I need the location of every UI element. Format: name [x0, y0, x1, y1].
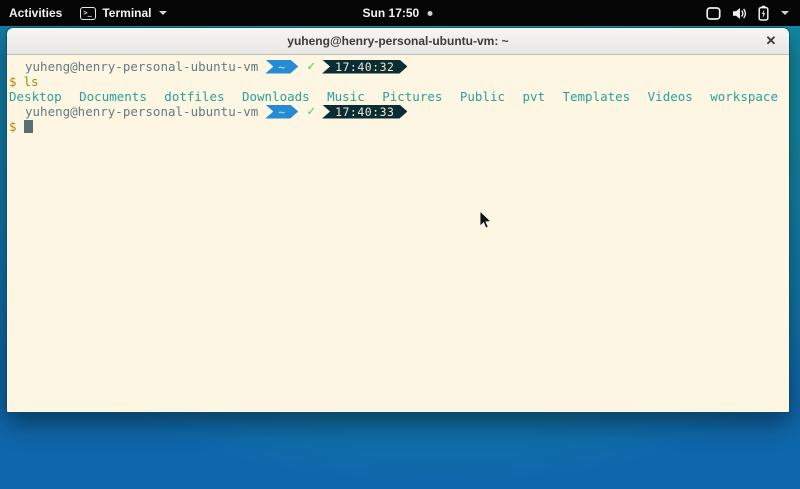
volume-icon	[731, 6, 748, 21]
current-input-line: $	[9, 119, 787, 134]
chevron-down-icon	[781, 11, 789, 15]
gnome-top-bar: Activities >_ Terminal Sun 17:50	[0, 0, 800, 26]
cwd-segment: ~	[265, 60, 298, 74]
app-menu-label: Terminal	[102, 6, 151, 20]
prompt-symbol: $	[9, 119, 17, 134]
top-bar-left: Activities >_ Terminal	[0, 0, 176, 26]
window-title: yuheng@henry-personal-ubuntu-vm: ~	[287, 34, 508, 48]
typed-command: ls	[24, 74, 39, 89]
ls-entry: Music	[327, 89, 365, 104]
ls-entry: workspace	[710, 89, 778, 104]
status-check-icon: ✓	[307, 59, 315, 74]
ls-entry: Downloads	[242, 89, 310, 104]
top-bar-right	[696, 0, 798, 26]
time-segment: 17:40:32	[322, 60, 407, 74]
prompt-symbol: $	[9, 74, 17, 89]
chevron-down-icon	[159, 11, 167, 15]
text-cursor	[24, 120, 33, 133]
terminal-icon: >_	[80, 7, 96, 20]
window-titlebar[interactable]: yuheng@henry-personal-ubuntu-vm: ~ ✕	[7, 28, 789, 55]
notification-dot-icon	[427, 11, 432, 16]
status-check-icon: ✓	[307, 104, 315, 119]
ls-entry: Public	[460, 89, 505, 104]
activities-button[interactable]: Activities	[0, 0, 71, 26]
battery-charging-icon	[757, 5, 770, 21]
clock-label: Sun 17:50	[363, 6, 420, 20]
close-icon[interactable]: ✕	[761, 31, 781, 51]
terminal-window: yuheng@henry-personal-ubuntu-vm: ~ ✕ yuh…	[6, 27, 790, 413]
ls-entry: Templates	[562, 89, 630, 104]
app-menu-terminal[interactable]: >_ Terminal	[71, 0, 176, 26]
prompt-user-host: yuheng@henry-personal-ubuntu-vm	[25, 104, 258, 119]
ls-entry: Documents	[79, 89, 147, 104]
display-icon	[705, 6, 722, 21]
prompt-line: yuheng@henry-personal-ubuntu-vm ~ ✓ 17:4…	[9, 59, 787, 74]
ls-entry: dotfiles	[164, 89, 224, 104]
system-status-menu[interactable]	[696, 0, 798, 26]
cwd-segment: ~	[265, 105, 298, 119]
prompt-line: yuheng@henry-personal-ubuntu-vm ~ ✓ 17:4…	[9, 104, 787, 119]
ls-entry: pvt	[522, 89, 545, 104]
ls-entry: Desktop	[9, 89, 62, 104]
command-line: $ ls	[9, 74, 787, 89]
time-segment: 17:40:33	[322, 105, 407, 119]
prompt-user-host: yuheng@henry-personal-ubuntu-vm	[25, 59, 258, 74]
ls-entry: Pictures	[382, 89, 442, 104]
ls-entry: Videos	[648, 89, 693, 104]
terminal-body[interactable]: yuheng@henry-personal-ubuntu-vm ~ ✓ 17:4…	[7, 55, 789, 412]
ls-output-row: Desktop Documents dotfiles Downloads Music Pi…	[9, 89, 787, 104]
desktop-screen: Activities >_ Terminal Sun 17:50	[0, 0, 800, 489]
clock-button[interactable]: Sun 17:50	[354, 0, 442, 26]
